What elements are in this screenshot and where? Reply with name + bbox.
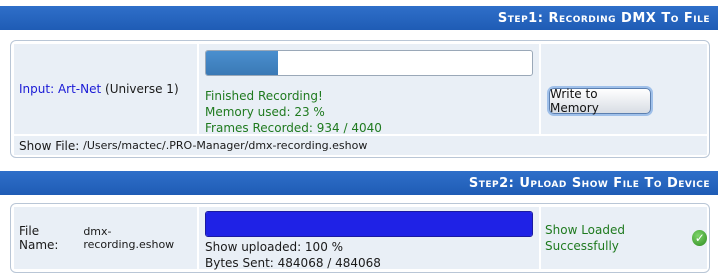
- art-net-link[interactable]: Art-Net: [58, 82, 101, 96]
- upload-progress-fill: [206, 212, 532, 236]
- memory-used: Memory used: 23 %: [205, 105, 325, 119]
- write-cell: Write to Memory: [541, 44, 707, 134]
- upload-progress-bar: [205, 211, 533, 237]
- recording-progress-fill: [206, 51, 278, 75]
- input-label: Input:: [19, 82, 55, 96]
- upload-status-cell: Show uploaded: 100 % Bytes Sent: 484068 …: [199, 207, 539, 270]
- step1-header: Step1: Recording DMX To File: [0, 6, 718, 30]
- universe-label: (Universe 1): [105, 82, 179, 96]
- checkmark-icon: ✓: [692, 230, 707, 246]
- recording-status: Finished Recording!: [205, 89, 323, 103]
- write-to-memory-button[interactable]: Write to Memory: [549, 87, 651, 115]
- input-cell: Input: Art-Net (Universe 1): [14, 44, 197, 134]
- step1-header-prefix: Step1:: [497, 10, 544, 26]
- show-file-path: /Users/mactec/.PRO-Manager/dmx-recording…: [83, 139, 368, 152]
- bytes-sent: Bytes Sent: 484068 / 484068: [205, 256, 381, 270]
- step2-panel: File Name: dmx-recording.eshow Show uplo…: [10, 203, 710, 273]
- step2-header-prefix: Step2:: [468, 175, 515, 191]
- recording-progress-bar: [205, 50, 533, 76]
- step1-panel: Input: Art-Net (Universe 1) Finished Rec…: [10, 40, 710, 158]
- step2-header: Step2: Upload Show File To Device: [0, 171, 718, 195]
- file-name-cell: File Name: dmx-recording.eshow: [14, 207, 197, 269]
- recording-status-cell: Finished Recording! Memory used: 23 % Fr…: [199, 44, 539, 135]
- upload-result-cell: Show Loaded Successfully ✓: [541, 207, 707, 269]
- frames-recorded: Frames Recorded: 934 / 4040: [205, 121, 382, 135]
- file-name-value: dmx-recording.eshow: [83, 225, 175, 251]
- show-loaded-status: Show Loaded Successfully: [545, 223, 625, 253]
- step2-header-title: Upload Show File To Device: [519, 175, 710, 191]
- step1-header-title: Recording DMX To File: [548, 10, 710, 26]
- show-uploaded: Show uploaded: 100 %: [205, 240, 344, 254]
- show-file-row: Show File: /Users/mactec/.PRO-Manager/dm…: [14, 136, 707, 155]
- show-file-label: Show File:: [19, 138, 80, 153]
- file-name-label: File Name:: [19, 224, 59, 252]
